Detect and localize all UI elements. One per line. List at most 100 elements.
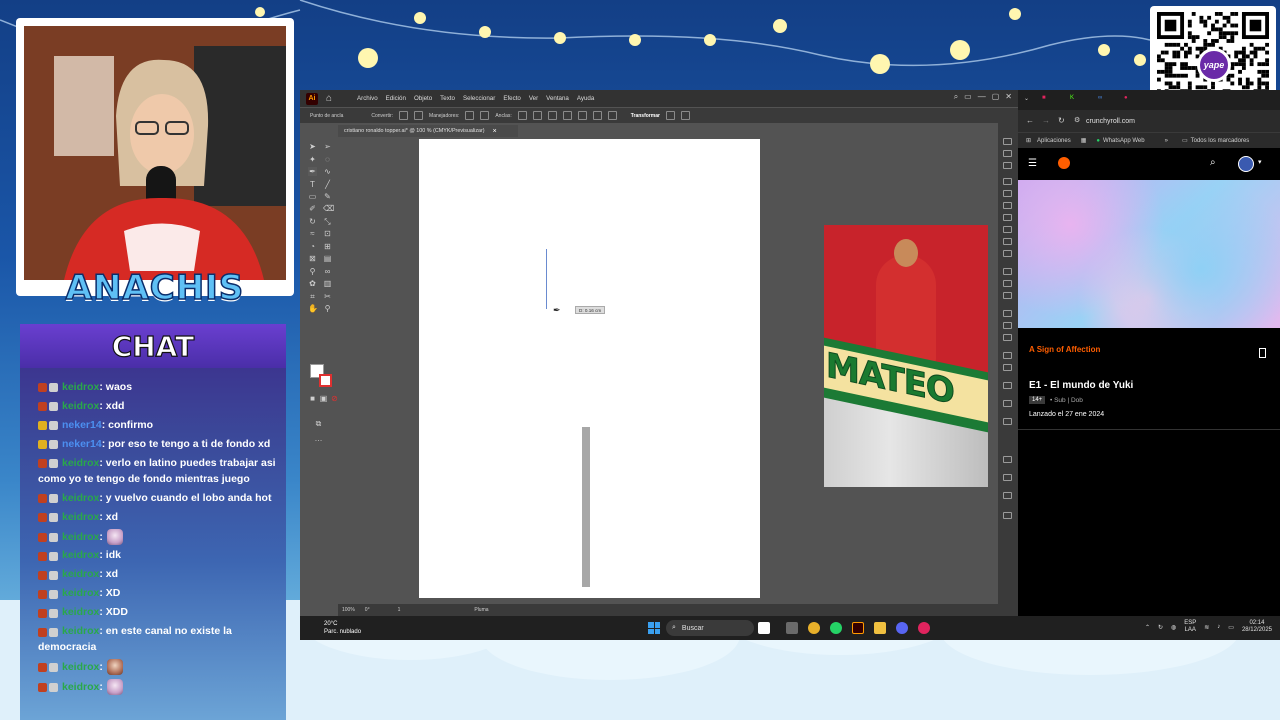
tab-music-icon[interactable]: ●: [1124, 95, 1128, 101]
taskbar-app-explorer-icon[interactable]: [786, 622, 798, 634]
chat-username[interactable]: keidrox: [62, 680, 99, 692]
graphic-styles-panel-icon[interactable]: [1003, 382, 1012, 389]
align-left-icon[interactable]: [562, 111, 572, 120]
show-title[interactable]: A Sign of Affection: [1029, 345, 1100, 354]
avatar[interactable]: [1238, 156, 1254, 172]
align-right-icon[interactable]: [592, 111, 602, 120]
selection-tool-icon[interactable]: ➤: [308, 142, 317, 151]
chat-username[interactable]: keidrox: [62, 400, 99, 412]
chat-username[interactable]: neker14: [62, 438, 102, 450]
menu-item-ver[interactable]: Ver: [529, 95, 538, 102]
bookmark-grid-icon[interactable]: ▦: [1081, 137, 1087, 144]
curvature-tool-icon[interactable]: ∿: [323, 167, 332, 176]
pen-tool-icon[interactable]: ✒: [308, 167, 317, 176]
scale-tool-icon[interactable]: ⤡: [323, 217, 332, 226]
episode-title[interactable]: E1 - El mundo de Yuki: [1029, 380, 1133, 391]
tray-overflow-icon[interactable]: ⌃: [1145, 624, 1150, 631]
screen-mode-icon[interactable]: ⧉: [314, 419, 323, 428]
warp-tool-icon[interactable]: ≈: [308, 229, 317, 238]
align-panel-icon[interactable]: [1003, 322, 1012, 329]
more-tools-icon[interactable]: …: [314, 434, 323, 443]
libraries-panel-icon[interactable]: [1003, 162, 1012, 169]
recolor-icon[interactable]: [680, 111, 690, 120]
menu-item-seleccionar[interactable]: Seleccionar: [463, 95, 495, 102]
tab-kick-icon[interactable]: K: [1070, 95, 1074, 101]
show-hero-image[interactable]: [1018, 180, 1280, 328]
properties-panel-icon[interactable]: [1003, 138, 1012, 145]
graph-tool-icon[interactable]: ▥: [323, 279, 332, 288]
tab-meta-icon[interactable]: ∞: [1098, 95, 1102, 101]
convert-corner-icon[interactable]: [414, 111, 424, 120]
symbol-sprayer-tool-icon[interactable]: ✿: [308, 279, 317, 288]
blend-tool-icon[interactable]: ∞: [323, 267, 332, 276]
reference-image[interactable]: MATEO: [824, 225, 988, 487]
minimize-icon[interactable]: —: [978, 92, 986, 102]
forward-icon[interactable]: →: [1042, 116, 1050, 125]
chat-username[interactable]: keidrox: [62, 549, 99, 561]
remove-anchor-icon[interactable]: [517, 111, 527, 120]
start-button[interactable]: [648, 622, 660, 634]
taskbar-search[interactable]: ⌕ Buscar: [666, 620, 754, 636]
arrange-icon[interactable]: ▭: [964, 92, 972, 102]
character-panel-icon[interactable]: [1003, 268, 1012, 275]
chat-username[interactable]: keidrox: [62, 606, 99, 618]
chat-username[interactable]: keidrox: [62, 530, 99, 542]
taskbar-app-obs-icon[interactable]: [918, 622, 930, 634]
asset-export-panel-icon[interactable]: [1003, 456, 1012, 463]
perspective-tool-icon[interactable]: ⊞: [323, 242, 332, 251]
direct-selection-tool-icon[interactable]: ➢: [323, 142, 332, 151]
line-tool-icon[interactable]: ╱: [323, 180, 332, 189]
hide-handles-icon[interactable]: [480, 111, 490, 120]
bookmark-icon[interactable]: [1259, 348, 1266, 358]
zoom-level[interactable]: 100%: [342, 607, 355, 613]
chat-username[interactable]: keidrox: [62, 457, 99, 469]
wifi-icon[interactable]: ≋: [1204, 624, 1209, 631]
paragraph-panel-icon[interactable]: [1003, 280, 1012, 287]
taskbar-app-discord-icon[interactable]: [896, 622, 908, 634]
gradient-mode-icon[interactable]: ▣: [319, 394, 328, 403]
site-info-icon[interactable]: ⚙: [1074, 116, 1080, 124]
paintbrush-tool-icon[interactable]: ✎: [323, 192, 332, 201]
close-tab-icon[interactable]: ×: [493, 128, 497, 135]
appearance-panel-icon[interactable]: [1003, 364, 1012, 371]
menu-item-ayuda[interactable]: Ayuda: [577, 95, 594, 102]
slice-tool-icon[interactable]: ✂: [323, 292, 332, 301]
chat-username[interactable]: keidrox: [62, 661, 99, 673]
shaper-tool-icon[interactable]: ✐: [308, 204, 317, 213]
stroke-color-swatch[interactable]: [319, 374, 332, 387]
artboards-panel-icon[interactable]: [1003, 418, 1012, 425]
rotation-level[interactable]: 0°: [365, 607, 370, 613]
lasso-tool-icon[interactable]: ◌: [323, 155, 332, 164]
cut-path-icon[interactable]: [547, 111, 557, 120]
magic-wand-tool-icon[interactable]: ✦: [308, 155, 317, 164]
battery-icon[interactable]: ▭: [1228, 624, 1234, 631]
document-tab[interactable]: cristiano ronaldo topper.ai* @ 100 % (CM…: [338, 125, 518, 137]
taskbar-app-chrome-icon[interactable]: [808, 622, 820, 634]
path-segment[interactable]: [546, 249, 547, 309]
eraser-tool-icon[interactable]: ⌫: [323, 204, 334, 213]
crunchyroll-logo-icon[interactable]: [1058, 157, 1070, 169]
chevron-down-icon[interactable]: ▾: [1258, 158, 1262, 166]
search-icon[interactable]: ⌕: [954, 92, 958, 102]
more-bookmarks-icon[interactable]: »: [1165, 138, 1168, 144]
taskbar-app-folder-icon[interactable]: [874, 622, 886, 634]
menu-item-ventana[interactable]: Ventana: [546, 95, 569, 102]
volume-icon[interactable]: ♪: [1217, 624, 1220, 630]
comments-panel-icon[interactable]: [1003, 400, 1012, 407]
bookmark-all[interactable]: Todos los marcadores: [1191, 138, 1250, 144]
info-panel-icon[interactable]: [1003, 492, 1012, 499]
links-panel-icon[interactable]: [1003, 352, 1012, 359]
layers-panel-icon[interactable]: [1003, 150, 1012, 157]
color-panel-icon[interactable]: [1003, 178, 1012, 185]
maximize-icon[interactable]: ▢: [992, 92, 1000, 102]
opentype-panel-icon[interactable]: [1003, 292, 1012, 299]
pathfinder-panel-icon[interactable]: [1003, 334, 1012, 341]
menu-item-objeto[interactable]: Objeto: [414, 95, 432, 102]
brushes-panel-icon[interactable]: [1003, 202, 1012, 209]
taskbar-app-game-icon[interactable]: [758, 622, 770, 634]
align-center-icon[interactable]: [577, 111, 587, 120]
export-panel-icon[interactable]: [1003, 512, 1012, 519]
menu-icon[interactable]: ☰: [1028, 158, 1037, 169]
gradient-panel-icon[interactable]: [1003, 238, 1012, 245]
reload-icon[interactable]: ↻: [1058, 116, 1065, 125]
